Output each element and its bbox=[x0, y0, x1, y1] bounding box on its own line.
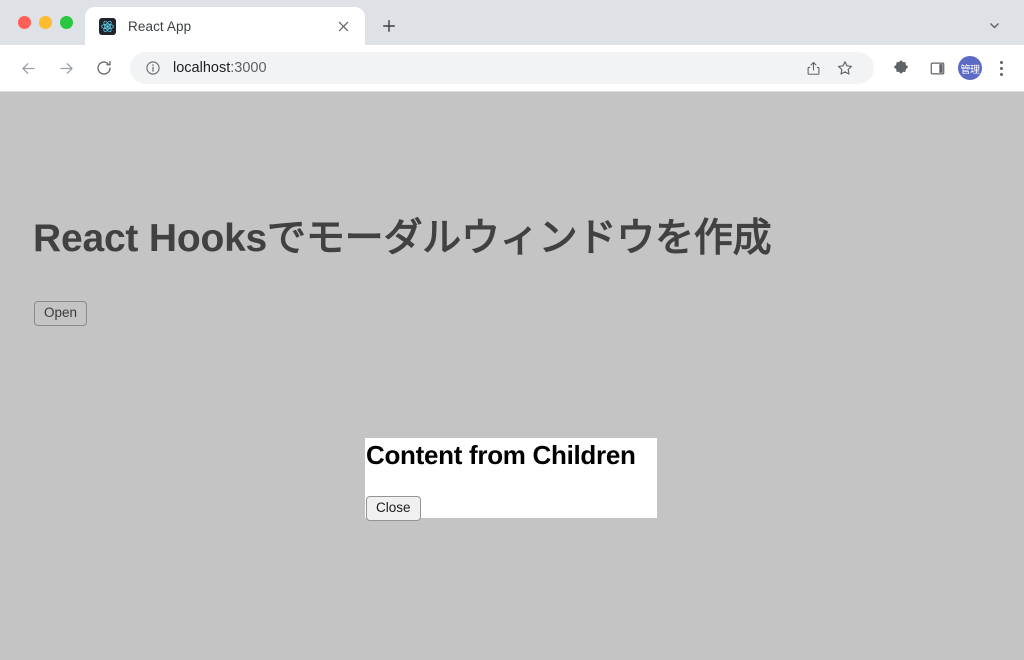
dot bbox=[999, 66, 1003, 70]
window-minimize-button[interactable] bbox=[39, 16, 52, 29]
browser-window: React App localhost:3000 管理 React Hooksで… bbox=[0, 0, 1024, 660]
page-viewport: React Hooksでモーダルウィンドウを作成 Open Content fr… bbox=[0, 92, 1024, 660]
side-panel-icon[interactable] bbox=[922, 53, 952, 83]
url-host: localhost bbox=[173, 60, 231, 76]
three-dots-vertical-icon[interactable] bbox=[988, 53, 1014, 83]
browser-toolbar: localhost:3000 管理 bbox=[0, 45, 1024, 92]
window-maximize-button[interactable] bbox=[60, 16, 73, 29]
address-bar-url: localhost:3000 bbox=[173, 60, 267, 76]
tab-strip: React App bbox=[0, 0, 1024, 45]
toolbar-right-actions: 管理 bbox=[886, 53, 1014, 83]
puzzle-piece-icon[interactable] bbox=[886, 53, 916, 83]
modal-window: Content from Children Close bbox=[365, 438, 657, 522]
reload-icon[interactable] bbox=[88, 52, 120, 84]
omnibox-actions bbox=[798, 53, 860, 83]
tab-title: React App bbox=[128, 18, 192, 34]
star-icon[interactable] bbox=[830, 53, 860, 83]
modal-title: Content from Children bbox=[366, 440, 636, 470]
chevron-down-icon[interactable] bbox=[980, 11, 1008, 39]
url-port: :3000 bbox=[230, 60, 267, 76]
arrow-right-icon[interactable] bbox=[50, 52, 82, 84]
page-title: React Hooksでモーダルウィンドウを作成 bbox=[33, 217, 772, 260]
window-controls bbox=[0, 0, 85, 45]
avatar[interactable]: 管理 bbox=[958, 56, 982, 80]
window-close-button[interactable] bbox=[18, 16, 31, 29]
browser-tab-react-app[interactable]: React App bbox=[85, 7, 365, 45]
open-modal-button[interactable]: Open bbox=[34, 301, 88, 327]
dot bbox=[999, 60, 1003, 64]
close-icon[interactable] bbox=[333, 16, 353, 36]
share-icon[interactable] bbox=[798, 53, 828, 83]
close-modal-button[interactable]: Close bbox=[366, 496, 421, 522]
arrow-left-icon[interactable] bbox=[12, 52, 44, 84]
react-logo-icon bbox=[99, 17, 116, 35]
info-circle-icon[interactable] bbox=[144, 60, 161, 77]
address-bar[interactable]: localhost:3000 bbox=[130, 52, 874, 84]
dot bbox=[999, 72, 1003, 76]
new-tab-button[interactable] bbox=[375, 12, 403, 40]
